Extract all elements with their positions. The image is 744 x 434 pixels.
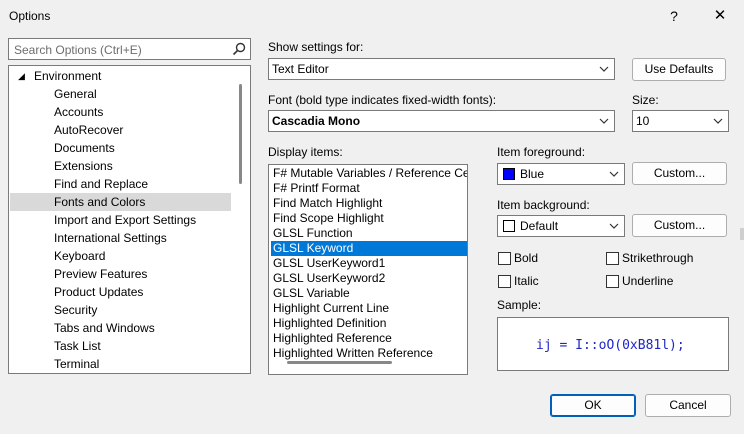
display-item[interactable]: Highlight Current Line <box>271 301 467 316</box>
item-foreground-dropdown[interactable]: Blue <box>497 163 625 185</box>
sample-text: ij = I::oO(0xB81l); <box>536 338 685 353</box>
strikethrough-checkbox[interactable] <box>606 252 619 265</box>
cancel-button[interactable]: Cancel <box>645 394 731 417</box>
display-items-label: Display items: <box>268 145 343 159</box>
display-item[interactable]: GLSL Function <box>271 226 467 241</box>
tree-item-label: Environment <box>34 69 102 83</box>
foreground-custom-button[interactable]: Custom... <box>632 162 727 185</box>
collapse-arrow-icon[interactable]: ◢ <box>18 67 25 85</box>
tree-item-label: Security <box>54 303 98 317</box>
display-item[interactable]: GLSL Keyword <box>271 241 467 256</box>
tree-item-label: Documents <box>54 141 115 155</box>
tree-item[interactable]: Import and Export Settings <box>10 211 231 229</box>
list-hscrollbar[interactable] <box>287 361 392 364</box>
tree-item-label: International Settings <box>54 231 167 245</box>
sample-preview: ij = I::oO(0xB81l); <box>497 317 729 371</box>
display-item[interactable]: Highlighted Definition <box>271 316 467 331</box>
tree-item-label: Fonts and Colors <box>54 195 146 209</box>
show-settings-label: Show settings for: <box>268 40 364 54</box>
tree-item-environment[interactable]: ◢ Environment <box>10 67 231 85</box>
help-button[interactable]: ? <box>664 6 684 26</box>
item-background-dropdown[interactable]: Default <box>497 215 625 237</box>
tree-item[interactable]: Tabs and Windows <box>10 319 231 337</box>
background-custom-button[interactable]: Custom... <box>632 214 727 237</box>
tree-item-label: Extensions <box>54 159 113 173</box>
tree-item-label: General <box>54 87 97 101</box>
tree-scrollbar[interactable] <box>239 84 242 184</box>
item-background-value: Default <box>520 219 559 233</box>
background-swatch <box>503 220 515 232</box>
display-item[interactable]: GLSL UserKeyword2 <box>271 271 467 286</box>
item-background-label: Item background: <box>497 198 590 212</box>
tree-item-label: Preview Features <box>54 267 148 281</box>
search-input[interactable]: Search Options (Ctrl+E) <box>8 38 251 60</box>
display-item[interactable]: Find Match Highlight <box>271 196 467 211</box>
foreground-swatch <box>503 168 515 180</box>
tree-item[interactable]: Find and Replace <box>10 175 231 193</box>
tree-item[interactable]: AutoRecover <box>10 121 231 139</box>
bold-label[interactable]: Bold <box>514 251 538 265</box>
tree-item[interactable]: Preview Features <box>10 265 231 283</box>
tree-item[interactable]: Accounts <box>10 103 231 121</box>
tree-item[interactable]: Security <box>10 301 231 319</box>
tree-item-label: Find and Replace <box>54 177 149 191</box>
italic-label[interactable]: Italic <box>514 274 539 288</box>
tree-item[interactable]: Extensions <box>10 157 231 175</box>
chevron-down-icon <box>608 220 620 232</box>
display-item[interactable]: GLSL Variable <box>271 286 467 301</box>
tree-item-label: Keyboard <box>54 249 106 263</box>
sample-label: Sample: <box>497 298 542 312</box>
resize-grip <box>740 228 744 240</box>
item-foreground-label: Item foreground: <box>497 145 586 159</box>
window-title: Options <box>9 9 51 23</box>
font-value: Cascadia Mono <box>272 114 361 128</box>
tree-item-label: Tabs and Windows <box>54 321 155 335</box>
tree-item[interactable]: Task List <box>10 337 231 355</box>
use-defaults-button[interactable]: Use Defaults <box>632 58 726 81</box>
chevron-down-icon <box>598 63 610 75</box>
display-item[interactable]: Find Scope Highlight <box>271 211 467 226</box>
underline-checkbox[interactable] <box>606 275 619 288</box>
chevron-down-icon <box>598 115 610 127</box>
font-label: Font (bold type indicates fixed-width fo… <box>268 93 497 107</box>
ok-button[interactable]: OK <box>550 394 636 417</box>
item-foreground-value: Blue <box>520 167 545 181</box>
tree-item-label: Task List <box>54 339 101 353</box>
tree-item-label: Import and Export Settings <box>54 213 197 227</box>
italic-checkbox[interactable] <box>498 275 511 288</box>
display-item[interactable]: Highlighted Written Reference <box>271 346 467 361</box>
title-bar <box>0 0 744 32</box>
tree-item[interactable]: International Settings <box>10 229 231 247</box>
size-label: Size: <box>632 93 659 107</box>
search-placeholder: Search Options (Ctrl+E) <box>14 43 142 57</box>
chevron-down-icon <box>712 115 724 127</box>
display-item[interactable]: F# Printf Format <box>271 181 467 196</box>
size-value: 10 <box>636 114 650 128</box>
tree-item[interactable]: Product Updates <box>10 283 231 301</box>
chevron-down-icon <box>608 168 620 180</box>
tree-item-label: Terminal <box>54 357 100 371</box>
bold-checkbox[interactable] <box>498 252 511 265</box>
tree-item[interactable]: Terminal <box>10 355 231 373</box>
options-tree[interactable]: ◢ Environment General Accounts AutoRecover… <box>8 65 251 374</box>
show-settings-dropdown[interactable]: Text Editor <box>268 58 615 80</box>
display-items-list[interactable]: F# Mutable Variables / Reference Ce F# Pr… <box>268 164 468 375</box>
show-settings-value: Text Editor <box>272 62 329 76</box>
tree-item-label: Accounts <box>54 105 104 119</box>
display-item[interactable]: GLSL UserKeyword1 <box>271 256 467 271</box>
tree-item-label: Product Updates <box>54 285 144 299</box>
underline-label[interactable]: Underline <box>622 274 673 288</box>
tree-item[interactable]: Documents <box>10 139 231 157</box>
strikethrough-label[interactable]: Strikethrough <box>622 251 693 265</box>
size-dropdown[interactable]: 10 <box>632 110 729 132</box>
display-item[interactable]: Highlighted Reference <box>271 331 467 346</box>
font-dropdown[interactable]: Cascadia Mono <box>268 110 615 132</box>
tree-item-label: AutoRecover <box>54 123 124 137</box>
tree-item[interactable]: Fonts and Colors <box>10 193 231 211</box>
display-item[interactable]: F# Mutable Variables / Reference Ce <box>271 166 467 181</box>
tree-item[interactable]: General <box>10 85 231 103</box>
tree-item[interactable]: Keyboard <box>10 247 231 265</box>
search-icon[interactable] <box>231 41 247 57</box>
close-button[interactable]: ✕ <box>710 6 730 26</box>
